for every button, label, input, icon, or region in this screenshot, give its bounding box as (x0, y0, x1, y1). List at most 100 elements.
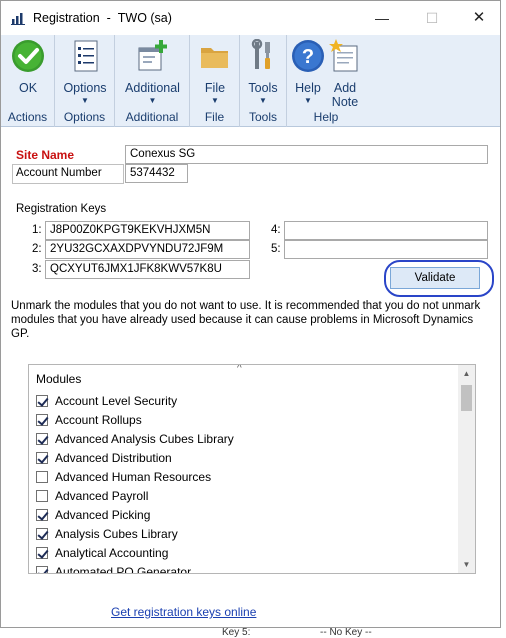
background-key-label: Key 5: (222, 627, 251, 638)
svg-text:?: ? (302, 46, 314, 68)
registration-window: Registration - TWO (sa) — ☐ ✕ OK Actions (0, 0, 501, 628)
module-checkbox[interactable] (36, 433, 48, 445)
options-list-icon (68, 39, 102, 73)
chevron-down-icon: ▼ (148, 96, 157, 105)
module-checkbox[interactable] (36, 566, 48, 573)
module-checkbox[interactable] (36, 471, 48, 483)
site-name-field[interactable]: Conexus SG (125, 145, 488, 164)
module-row[interactable]: Analysis Cubes Library (36, 526, 456, 545)
scroll-down-icon[interactable]: ▼ (458, 556, 475, 573)
additional-label: Additional (125, 81, 180, 95)
module-checkbox[interactable] (36, 547, 48, 559)
module-label: Advanced Human Resources (55, 470, 212, 484)
module-row[interactable]: Advanced Analysis Cubes Library (36, 431, 456, 450)
tools-icon (246, 38, 280, 73)
module-checkbox[interactable] (36, 395, 48, 407)
scrollbar-thumb[interactable] (461, 385, 472, 411)
help-label: Help (295, 81, 321, 95)
module-row[interactable]: Account Rollups (36, 412, 456, 431)
module-row[interactable]: Automated PO Generator (36, 564, 456, 574)
file-group-label: File (204, 110, 225, 124)
site-name-label: Site Name (16, 148, 75, 162)
ribbon-group-file: File ▼ File (190, 35, 240, 127)
scroll-up-icon[interactable]: ▲ (458, 365, 475, 382)
module-label: Analytical Accounting (55, 546, 169, 560)
window-title: Registration - TWO (sa) (33, 11, 172, 25)
file-button[interactable]: File ▼ (198, 39, 232, 105)
title-bar: Registration - TWO (sa) — ☐ ✕ (1, 1, 500, 35)
account-number-field: 5374432 (125, 164, 188, 183)
validate-button[interactable]: Validate (390, 267, 480, 289)
add-note-label: Add Note (331, 81, 359, 109)
registration-key-5-field[interactable] (284, 240, 488, 259)
chevron-down-icon: ▼ (211, 96, 219, 105)
key-3-number: 3: (32, 263, 42, 275)
additional-window-icon (136, 39, 170, 73)
ribbon-group-tools: Tools ▼ Tools (240, 35, 287, 127)
module-row[interactable]: Advanced Human Resources (36, 469, 456, 488)
module-label: Analysis Cubes Library (55, 527, 178, 541)
add-note-icon (328, 39, 362, 73)
help-group-label: Help (313, 110, 339, 124)
help-icon: ? (291, 39, 325, 73)
modules-list[interactable]: Modules ^ Account Level Security Account … (28, 364, 476, 574)
ok-check-icon (11, 39, 45, 73)
chevron-down-icon: ▼ (81, 96, 89, 105)
modules-scrollbar[interactable]: ▲ ▼ (458, 365, 475, 573)
ribbon-toolbar: OK Actions Options ▼ Options Additional … (1, 35, 500, 127)
module-checkbox[interactable] (36, 414, 48, 426)
chevron-down-icon: ▼ (304, 96, 312, 105)
module-row[interactable]: Advanced Distribution (36, 450, 456, 469)
module-checkbox[interactable] (36, 509, 48, 521)
ok-label: OK (18, 81, 38, 95)
module-label: Advanced Distribution (55, 451, 172, 465)
module-checkbox[interactable] (36, 528, 48, 540)
tools-button[interactable]: Tools ▼ (246, 38, 280, 105)
background-no-key-label: -- No Key -- (320, 627, 372, 638)
registration-keys-label: Registration Keys (16, 203, 107, 215)
module-label: Account Level Security (55, 394, 178, 408)
registration-key-2-field[interactable]: 2YU32GCXAXDPVYNDU72JF9M (45, 240, 250, 259)
key-5-number: 5: (271, 243, 281, 255)
module-checkbox[interactable] (36, 452, 48, 464)
close-button[interactable]: ✕ (464, 7, 494, 29)
ribbon-group-additional: Additional ▼ Additional (115, 35, 190, 127)
options-group-label: Options (63, 110, 106, 124)
add-note-button[interactable]: Add Note (328, 39, 362, 109)
get-registration-keys-link[interactable]: Get registration keys online (111, 605, 256, 619)
module-checkbox[interactable] (36, 490, 48, 502)
additional-button[interactable]: Additional ▼ (120, 39, 185, 105)
maximize-button[interactable]: ☐ (417, 7, 447, 29)
module-row[interactable]: Advanced Payroll (36, 488, 456, 507)
key-4-number: 4: (271, 224, 281, 236)
key-2-number: 2: (32, 243, 42, 255)
registration-key-4-field[interactable] (284, 221, 488, 240)
minimize-button[interactable]: — (367, 7, 397, 29)
ribbon-group-actions: OK Actions (1, 35, 55, 127)
module-row[interactable]: Account Level Security (36, 393, 456, 412)
registration-key-1-field[interactable]: J8P00Z0KPGT9KEKVHJXM5N (45, 221, 250, 240)
module-row[interactable]: Analytical Accounting (36, 545, 456, 564)
module-label: Advanced Analysis Cubes Library (55, 432, 234, 446)
additional-group-label: Additional (125, 110, 179, 124)
app-chart-icon (11, 13, 25, 25)
registration-key-3-field[interactable]: QCXYUT6JMX1JFK8KWV57K8U (45, 260, 250, 279)
chevron-down-icon: ▼ (259, 96, 267, 105)
account-number-label: Account Number (16, 167, 102, 179)
sort-ascending-icon: ^ (237, 364, 242, 374)
tools-group-label: Tools (248, 110, 277, 124)
folder-icon (198, 39, 232, 73)
ribbon-group-help: ? Help ▼ Add Note Help (287, 35, 365, 127)
module-label: Automated PO Generator (55, 565, 192, 574)
ribbon-group-options: Options ▼ Options (55, 35, 115, 127)
file-label: File (204, 81, 226, 95)
module-label: Advanced Picking (55, 508, 151, 522)
options-button[interactable]: Options ▼ (60, 39, 110, 105)
instructions-text: Unmark the modules that you do not want … (11, 300, 481, 340)
modules-column-header[interactable]: Modules (36, 372, 81, 386)
tools-label: Tools (248, 81, 278, 95)
help-button[interactable]: ? Help ▼ (290, 39, 326, 105)
module-label: Advanced Payroll (55, 489, 149, 503)
module-row[interactable]: Advanced Picking (36, 507, 456, 526)
ok-button[interactable]: OK (10, 39, 46, 95)
